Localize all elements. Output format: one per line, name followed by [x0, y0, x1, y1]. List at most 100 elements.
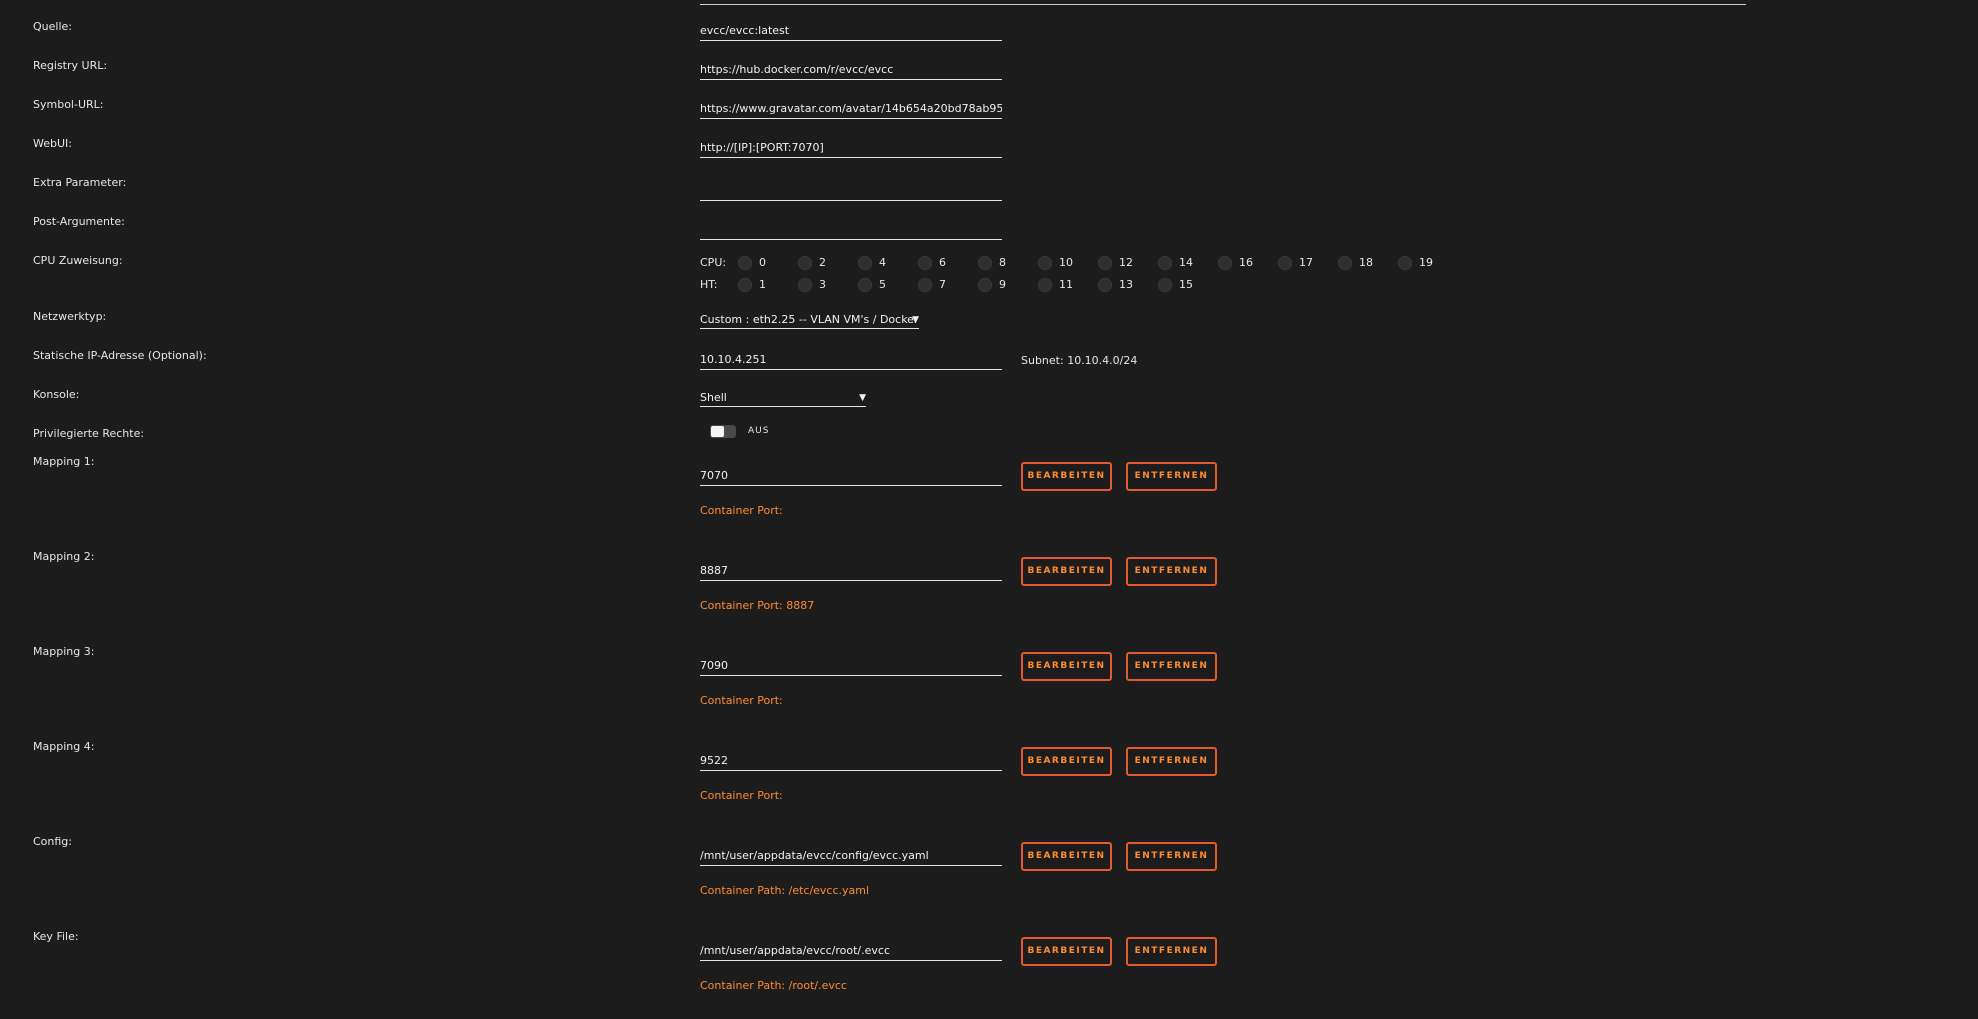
cpu-core-label: 4 — [879, 256, 886, 269]
checkbox-icon — [1278, 256, 1292, 270]
mapping-hint: Container Path: /root/.evcc — [700, 979, 847, 992]
cpu-core-label: 10 — [1059, 256, 1073, 269]
cpu-core-label: 19 — [1419, 256, 1433, 269]
mapping-hint: Container Port: 8887 — [700, 599, 815, 612]
label-extra-parameter: Extra Parameter: — [33, 176, 127, 189]
checkbox-icon — [858, 278, 872, 292]
cpu-core-label: 14 — [1179, 256, 1193, 269]
mapping-value-input[interactable]: 8887 — [700, 562, 1002, 581]
cpu-row-label: CPU: — [700, 256, 727, 269]
ht-core-label: 3 — [819, 278, 826, 291]
mapping-label: Config: — [33, 835, 72, 848]
ht-row: HT: 1 3 5 7 9 11 13 15 — [700, 278, 1460, 292]
cpu-core-label: 12 — [1119, 256, 1133, 269]
checkbox-icon — [1158, 256, 1172, 270]
cpu-core-label: 2 — [819, 256, 826, 269]
privileged-state: AUS — [748, 426, 770, 436]
label-webui: WebUI: — [33, 137, 72, 150]
remove-button[interactable]: ENTFERNEN — [1126, 652, 1217, 681]
checkbox-icon — [1158, 278, 1172, 292]
cpu-core-label: 16 — [1239, 256, 1253, 269]
checkbox-icon — [978, 278, 992, 292]
label-registry-url: Registry URL: — [33, 59, 108, 72]
mapping-hint: Container Port: — [700, 694, 783, 707]
mapping-label: Key File: — [33, 930, 79, 943]
mapping-hint: Container Port: — [700, 789, 783, 802]
label-console: Konsole: — [33, 388, 80, 401]
static-ip-input[interactable]: 10.10.4.251 — [700, 351, 1002, 370]
ht-core-label: 5 — [879, 278, 886, 291]
edit-button[interactable]: BEARBEITEN — [1021, 842, 1112, 871]
edit-button[interactable]: BEARBEITEN — [1021, 462, 1112, 491]
mapping-value-input[interactable]: /mnt/user/appdata/evcc/root/.evcc — [700, 942, 1002, 961]
label-network-type: Netzwerktyp: — [33, 310, 107, 323]
top-divider — [700, 4, 1746, 5]
mapping-label: Mapping 1: — [33, 455, 95, 468]
remove-button[interactable]: ENTFERNEN — [1126, 842, 1217, 871]
remove-button[interactable]: ENTFERNEN — [1126, 557, 1217, 586]
chevron-down-icon: ▼ — [912, 315, 919, 325]
mapping-label: Mapping 3: — [33, 645, 95, 658]
edit-button[interactable]: BEARBEITEN — [1021, 652, 1112, 681]
checkbox-icon — [918, 256, 932, 270]
mapping-value-input[interactable]: 7070 — [700, 467, 1002, 486]
console-value: Shell — [700, 391, 727, 404]
cpu-core-label: 0 — [759, 256, 766, 269]
extra-parameter-input[interactable] — [700, 182, 1002, 201]
checkbox-icon — [918, 278, 932, 292]
mapping-value-input[interactable]: 7090 — [700, 657, 1002, 676]
cpu-core-label: 18 — [1359, 256, 1373, 269]
ht-core-label: 9 — [999, 278, 1006, 291]
checkbox-icon — [1398, 256, 1412, 270]
subnet-info: Subnet: 10.10.4.0/24 — [1021, 354, 1138, 367]
checkbox-icon — [738, 278, 752, 292]
mapping-hint: Container Port: — [700, 504, 783, 517]
ht-core-label: 15 — [1179, 278, 1193, 291]
checkbox-icon — [978, 256, 992, 270]
checkbox-icon — [1038, 256, 1052, 270]
cpu-core-label: 8 — [999, 256, 1006, 269]
checkbox-icon — [1098, 278, 1112, 292]
edit-button[interactable]: BEARBEITEN — [1021, 747, 1112, 776]
remove-button[interactable]: ENTFERNEN — [1126, 747, 1217, 776]
checkbox-icon — [858, 256, 872, 270]
chevron-down-icon: ▼ — [859, 393, 866, 403]
label-static-ip: Statische IP-Adresse (Optional): — [33, 349, 207, 362]
checkbox-icon — [798, 256, 812, 270]
privileged-toggle[interactable] — [710, 425, 736, 438]
label-icon-url: Symbol-URL: — [33, 98, 104, 111]
network-type-select[interactable]: Custom : eth2.25 -- VLAN VM's / Docker ▼ — [700, 312, 919, 329]
label-source: Quelle: — [33, 20, 72, 33]
ht-core-label: 11 — [1059, 278, 1073, 291]
checkbox-icon — [1218, 256, 1232, 270]
mapping-hint: Container Path: /etc/evcc.yaml — [700, 884, 870, 897]
console-select[interactable]: Shell ▼ — [700, 390, 866, 407]
webui-input[interactable]: http://[IP]:[PORT:7070] — [700, 139, 1002, 158]
ht-core-label: 1 — [759, 278, 766, 291]
mapping-value-input[interactable]: /mnt/user/appdata/evcc/config/evcc.yaml — [700, 847, 1002, 866]
ht-row-label: HT: — [700, 278, 718, 291]
mapping-value-input[interactable]: 9522 — [700, 752, 1002, 771]
checkbox-icon — [738, 256, 752, 270]
toggle-knob — [711, 426, 724, 437]
remove-button[interactable]: ENTFERNEN — [1126, 937, 1217, 966]
ht-core-label: 13 — [1119, 278, 1133, 291]
edit-button[interactable]: BEARBEITEN — [1021, 937, 1112, 966]
cpu-row: CPU: 0 2 4 6 8 10 12 14 16 17 18 19 — [700, 256, 1460, 270]
edit-button[interactable]: BEARBEITEN — [1021, 557, 1112, 586]
post-arguments-input[interactable] — [700, 221, 1002, 240]
icon-url-input[interactable]: https://www.gravatar.com/avatar/14b654a2… — [700, 100, 1002, 119]
network-type-value: Custom : eth2.25 -- VLAN VM's / Docker — [700, 313, 919, 326]
label-cpu-pinning: CPU Zuweisung: — [33, 254, 123, 267]
registry-url-input[interactable]: https://hub.docker.com/r/evcc/evcc — [700, 61, 1002, 80]
remove-button[interactable]: ENTFERNEN — [1126, 462, 1217, 491]
ht-core-label: 7 — [939, 278, 946, 291]
label-post-arguments: Post-Argumente: — [33, 215, 125, 228]
checkbox-icon — [798, 278, 812, 292]
cpu-core-label: 17 — [1299, 256, 1313, 269]
mapping-label: Mapping 2: — [33, 550, 95, 563]
label-privileged: Privilegierte Rechte: — [33, 427, 145, 440]
checkbox-icon — [1098, 256, 1112, 270]
checkbox-icon — [1338, 256, 1352, 270]
source-input[interactable]: evcc/evcc:latest — [700, 22, 1002, 41]
